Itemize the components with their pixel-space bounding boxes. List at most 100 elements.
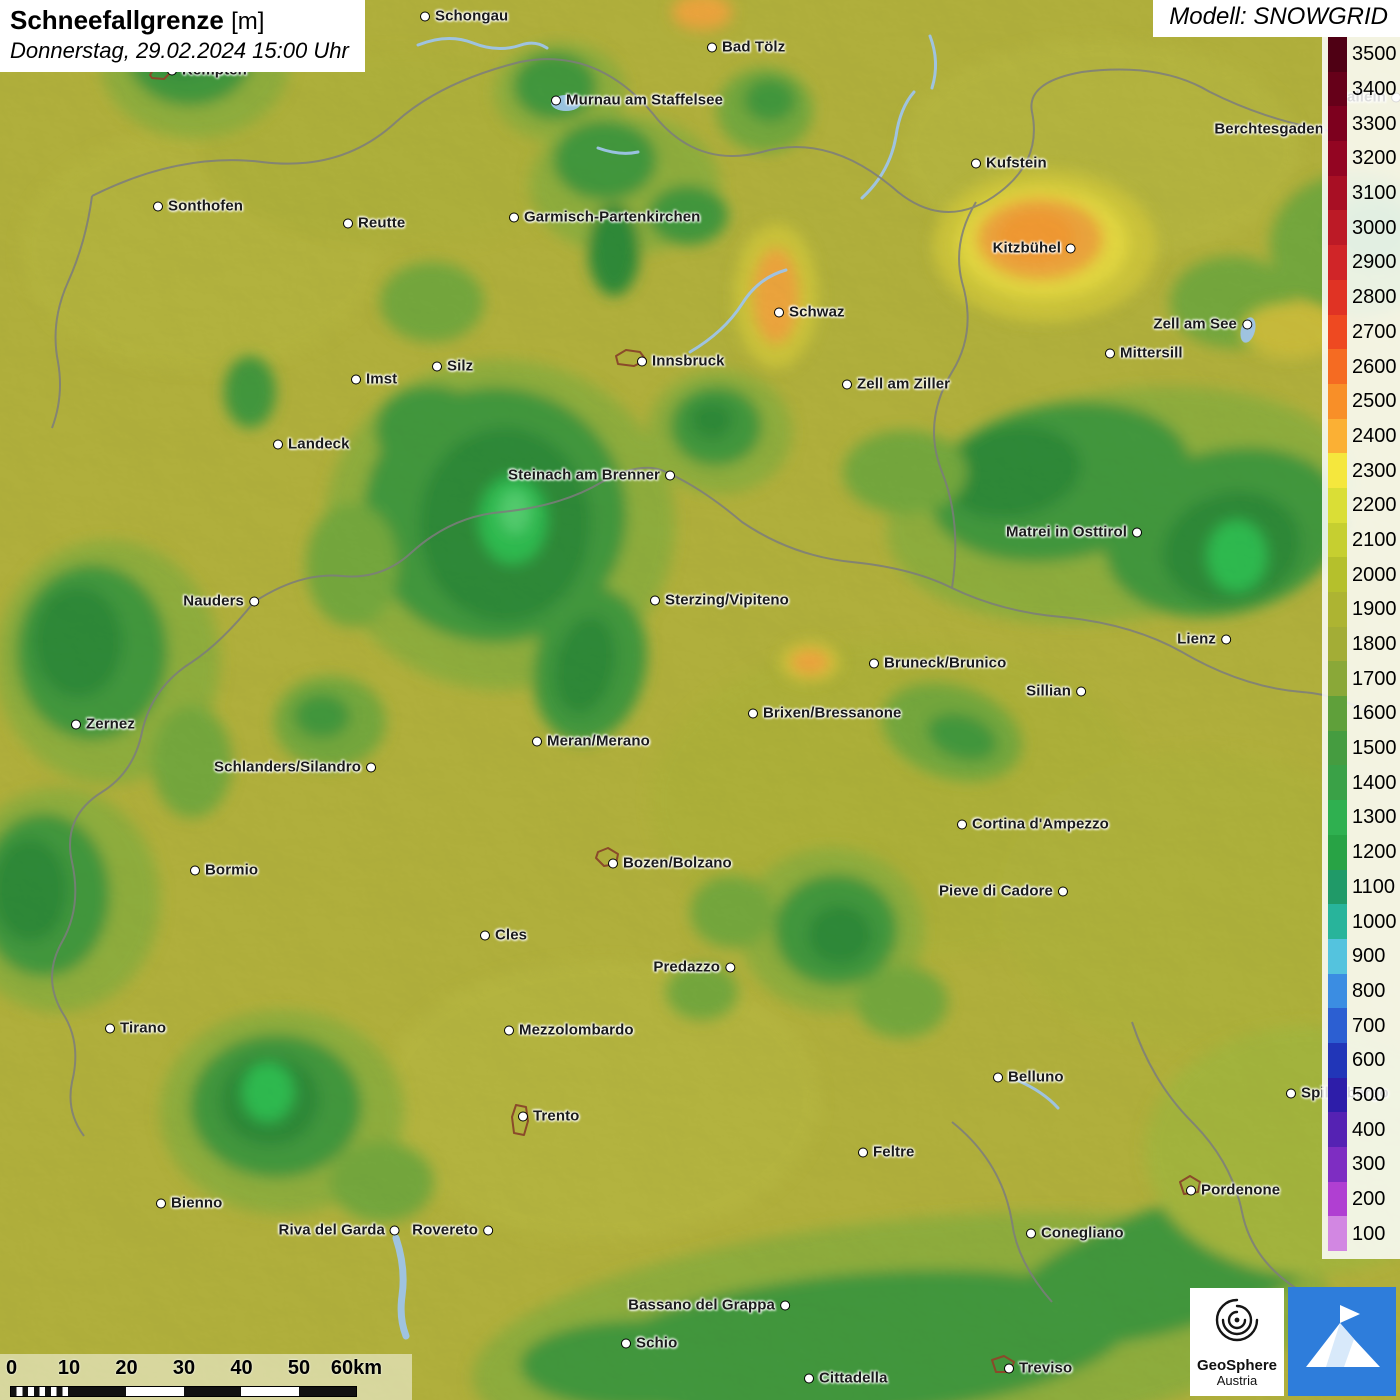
geosphere-country: Austria <box>1217 1374 1257 1389</box>
city-label: Bozen/Bolzano <box>623 855 732 872</box>
legend-value: 100 <box>1347 1224 1385 1244</box>
city-marker: Cortina d'Ampezzo <box>957 816 1109 833</box>
legend-value: 1200 <box>1347 842 1397 862</box>
legend-swatch <box>1328 141 1347 176</box>
legend-value: 2500 <box>1347 391 1397 411</box>
legend-swatch <box>1328 904 1347 939</box>
city-label: Bruneck/Brunico <box>884 655 1006 672</box>
city-dot <box>971 158 981 168</box>
city-dot <box>1026 1228 1036 1238</box>
city-marker: Berchtesgaden <box>1214 121 1339 138</box>
city-label: Steinach am Brenner <box>508 467 660 484</box>
city-marker: Rovereto <box>412 1222 493 1239</box>
city-label: Pordenone <box>1201 1182 1280 1199</box>
city-marker: Murnau am Staffelsee <box>551 92 723 109</box>
city-label: Garmisch-Partenkirchen <box>524 209 700 226</box>
legend-swatch <box>1328 37 1347 72</box>
city-marker: Brixen/Bressanone <box>748 705 901 722</box>
legend-entry: 2700 <box>1328 315 1400 350</box>
legend-swatch <box>1328 939 1347 974</box>
legend-entry: 2900 <box>1328 245 1400 280</box>
legend-swatch <box>1328 1216 1347 1251</box>
city-label: Silz <box>447 358 473 375</box>
city-dot <box>665 470 675 480</box>
city-label: Kufstein <box>986 155 1047 172</box>
city-label: Berchtesgaden <box>1214 121 1324 138</box>
city-label: Treviso <box>1019 1360 1072 1377</box>
legend-value: 1000 <box>1347 912 1397 932</box>
city-dot <box>608 858 618 868</box>
city-marker: Kufstein <box>971 155 1047 172</box>
scale-segment <box>69 1387 127 1396</box>
model-label: Modell: SNOWGRID <box>1153 0 1400 37</box>
legend-value: 3300 <box>1347 114 1397 134</box>
legend-swatch <box>1328 176 1347 211</box>
city-dot <box>1286 1088 1296 1098</box>
city-dot <box>1221 634 1231 644</box>
city-dot <box>725 962 735 972</box>
legend-entry: 2600 <box>1328 349 1400 384</box>
city-label: Bienno <box>171 1195 222 1212</box>
legend-swatch <box>1328 488 1347 523</box>
city-dot <box>343 218 353 228</box>
city-dot <box>637 356 647 366</box>
legend-swatch <box>1328 315 1347 350</box>
city-marker: Zell am See <box>1153 316 1252 333</box>
legend-value: 1900 <box>1347 599 1397 619</box>
legend-value: 600 <box>1347 1050 1385 1070</box>
city-label: Bormio <box>205 862 258 879</box>
city-marker: Cles <box>480 927 527 944</box>
city-label: Conegliano <box>1041 1225 1124 1242</box>
city-label: Imst <box>366 371 397 388</box>
city-marker: Schio <box>621 1335 677 1352</box>
city-label: Feltre <box>873 1144 914 1161</box>
legend-value: 3100 <box>1347 183 1397 203</box>
city-label: Matrei in Osttirol <box>1006 524 1127 541</box>
legend-swatch <box>1328 696 1347 731</box>
city-dot <box>190 865 200 875</box>
city-label: Bad Tölz <box>722 39 785 56</box>
city-marker: Cittadella <box>804 1370 888 1387</box>
legend-entry: 1600 <box>1328 696 1400 731</box>
geosphere-logo: GeoSphere Austria <box>1190 1288 1284 1396</box>
legend-entry: 2800 <box>1328 280 1400 315</box>
city-dot <box>1186 1185 1196 1195</box>
legend-swatch <box>1328 835 1347 870</box>
legend-entry: 3100 <box>1328 176 1400 211</box>
mountain-logo <box>1288 1287 1396 1396</box>
city-dot <box>551 95 561 105</box>
city-dot <box>774 307 784 317</box>
legend-swatch <box>1328 1008 1347 1043</box>
legend-swatch <box>1328 72 1347 107</box>
scale-segment <box>241 1387 299 1396</box>
city-label: Nauders <box>183 593 244 610</box>
city-dot <box>1004 1363 1014 1373</box>
legend-entry: 1100 <box>1328 870 1400 905</box>
city-label: Zell am See <box>1153 316 1237 333</box>
city-marker: Steinach am Brenner <box>508 467 675 484</box>
city-dot <box>153 201 163 211</box>
legend-swatch <box>1328 592 1347 627</box>
city-dot <box>869 658 879 668</box>
city-marker: Innsbruck <box>637 353 725 370</box>
legend-swatch <box>1328 1182 1347 1217</box>
legend-entry: 800 <box>1328 974 1400 1009</box>
city-dot <box>1076 686 1086 696</box>
legend-entry: 1700 <box>1328 661 1400 696</box>
city-marker: Predazzo <box>653 959 735 976</box>
city-label: Sonthofen <box>168 198 243 215</box>
legend-entry: 200 <box>1328 1182 1400 1217</box>
city-dot <box>483 1225 493 1235</box>
city-marker: Landeck <box>273 436 350 453</box>
city-dot <box>748 708 758 718</box>
legend-value: 3000 <box>1347 218 1397 238</box>
snowfall-limit-map-page: SchongauBad TölzKemptenMurnau am Staffel… <box>0 0 1400 1400</box>
scale-label: 30 <box>173 1357 195 1380</box>
scale-label: 20 <box>115 1357 137 1380</box>
scale-bar-graphic <box>10 1386 357 1397</box>
legend-value: 2200 <box>1347 495 1397 515</box>
city-marker: Lienz <box>1177 631 1231 648</box>
legend-swatch <box>1328 1078 1347 1113</box>
legend-swatch <box>1328 974 1347 1009</box>
map-unit: [m] <box>231 8 264 35</box>
